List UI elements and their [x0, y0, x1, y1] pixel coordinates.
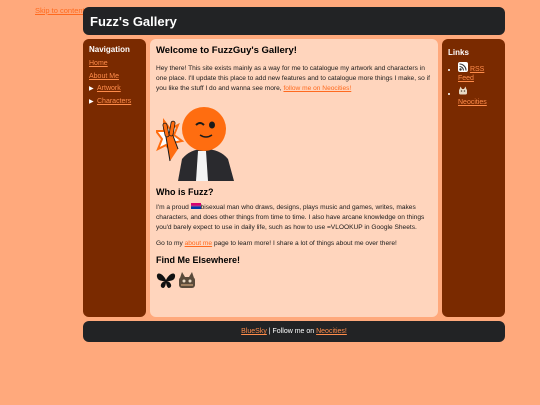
find-me-icons: [156, 271, 432, 289]
nav-heading: Navigation: [89, 45, 130, 54]
nav-home-link[interactable]: Home: [89, 58, 140, 71]
site-footer: BlueSky | Follow me on Neocities!: [83, 321, 505, 342]
footer-bluesky-link[interactable]: BlueSky: [241, 328, 267, 335]
footer-neocities-link[interactable]: Neocities!: [316, 328, 347, 335]
site-header: Fuzz's Gallery: [83, 7, 505, 35]
butterfly-icon[interactable]: [156, 271, 176, 289]
nav-artwork-link[interactable]: Artwork: [97, 83, 121, 96]
links-sidebar: Links RSS Feed Neocities: [442, 39, 505, 317]
follow-neocities-link[interactable]: follow me on Neocities!: [283, 85, 351, 92]
links-item-rss: RSS Feed: [458, 62, 499, 83]
expand-triangle-icon[interactable]: ▶: [89, 83, 97, 96]
who-heading: Who is Fuzz?: [156, 186, 214, 197]
about-me-link[interactable]: about me: [185, 240, 213, 247]
expand-triangle-icon[interactable]: ▶: [89, 96, 97, 109]
nav-characters-group[interactable]: ▶ Characters: [89, 96, 140, 109]
intro-paragraph: Hey there! This site exists mainly as a …: [156, 64, 432, 95]
who-text-part-1: I'm a proud: [156, 203, 189, 211]
bisexual-flag-icon: [190, 203, 201, 210]
skip-to-content-link[interactable]: Skip to content: [35, 6, 85, 15]
main-content: Welcome to FuzzGuy's Gallery! Hey there!…: [150, 39, 438, 317]
goto-text-before: Go to my: [156, 240, 183, 248]
neocities-link[interactable]: Neocities: [458, 99, 487, 106]
nav-artwork-group[interactable]: ▶ Artwork: [89, 83, 140, 96]
footer-text: | Follow me on: [266, 328, 317, 335]
neocities-cat-icon[interactable]: [177, 271, 197, 289]
rss-icon[interactable]: [458, 62, 468, 72]
about-paragraph: Go to my about me page to learn more! I …: [156, 239, 432, 249]
links-list: RSS Feed Neocities: [448, 62, 499, 107]
welcome-heading: Welcome to FuzzGuy's Gallery!: [156, 45, 297, 56]
navigation-sidebar: Navigation Home About Me ▶ Artwork ▶ Cha…: [83, 39, 146, 317]
neocities-cat-icon[interactable]: [458, 86, 468, 95]
goto-text-after: page to learn more! I share a lot of thi…: [213, 240, 397, 248]
nav-about-link[interactable]: About Me: [89, 71, 140, 84]
site-title: Fuzz's Gallery: [90, 13, 177, 29]
fuzz-mascot-image: [156, 106, 234, 181]
who-paragraph: I'm a proud bisexual man who draws, desi…: [156, 203, 432, 234]
links-heading: Links: [448, 48, 469, 57]
find-me-heading: Find Me Elsewhere!: [156, 255, 241, 266]
nav-characters-link[interactable]: Characters: [97, 96, 131, 109]
links-item-neocities: Neocities: [458, 86, 499, 107]
